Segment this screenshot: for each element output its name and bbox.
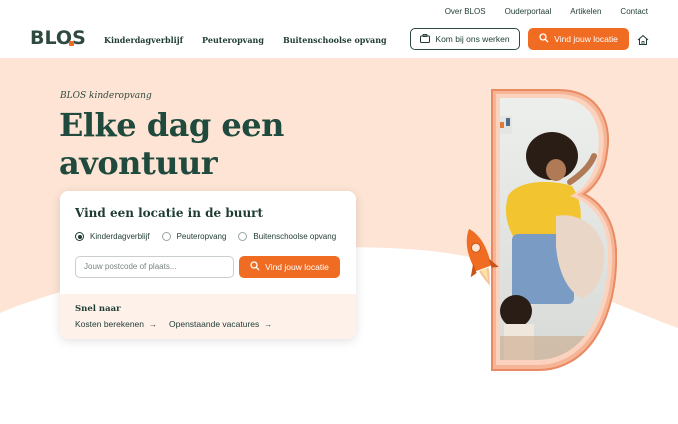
find-location-button-label: Vind jouw locatie xyxy=(265,262,329,272)
radio-label: Kinderdagverblijf xyxy=(90,232,150,241)
briefcase-icon xyxy=(420,33,431,45)
find-location-button[interactable]: Vind jouw locatie xyxy=(239,256,340,278)
quick-link-label: Openstaande vacatures xyxy=(169,319,260,329)
postcode-search-input[interactable]: Jouw postcode of plaats... xyxy=(75,256,234,278)
house-icon[interactable] xyxy=(637,33,649,45)
main-navbar: BLOS Kinderdagverblijf Peuteropvang Buit… xyxy=(0,24,678,58)
radio-label: Peuteropvang xyxy=(176,232,227,241)
work-with-us-button[interactable]: Kom bij ons werken xyxy=(410,28,520,50)
radio-label: Buitenschoolse opvang xyxy=(253,232,337,241)
radio-peuteropvang[interactable]: Peuteropvang xyxy=(161,232,227,241)
nav-buitenschoolse-opvang[interactable]: Buitenschoolse opvang xyxy=(283,35,387,45)
link-ouderportaal[interactable]: Ouderportaal xyxy=(505,7,552,16)
link-artikelen[interactable]: Artikelen xyxy=(570,7,601,16)
hero-eyebrow: BLOS kinderopvang xyxy=(60,91,152,101)
quick-link-kosten[interactable]: Kosten berekenen → xyxy=(75,319,157,329)
radio-indicator xyxy=(161,232,171,241)
primary-nav: Kinderdagverblijf Peuteropvang Buitensch… xyxy=(104,35,406,45)
search-icon xyxy=(250,261,260,273)
nav-peuteropvang[interactable]: Peuteropvang xyxy=(202,35,264,45)
utility-links: Over BLOS Ouderportaal Artikelen Contact xyxy=(426,7,648,16)
radio-indicator xyxy=(238,232,248,241)
quick-link-label: Kosten berekenen xyxy=(75,319,144,329)
nav-kinderdagverblijf[interactable]: Kinderdagverblijf xyxy=(104,35,183,45)
arrow-right-icon: → xyxy=(264,319,273,329)
logo-accent xyxy=(69,41,74,46)
radio-kinderdagverblijf[interactable]: Kinderdagverblijf xyxy=(75,232,150,241)
location-search-card: Vind een locatie in de buurt Kinderdagve… xyxy=(60,191,356,339)
find-location-label: Vind jouw locatie xyxy=(554,34,618,44)
quick-links-title: Snel naar xyxy=(75,304,121,314)
radio-indicator-selected xyxy=(75,232,84,241)
hero-section: BLOS kinderopvang Elke dag een avontuur xyxy=(0,58,678,424)
care-type-radios: Kinderdagverblijf Peuteropvang Buitensch… xyxy=(75,232,348,241)
quick-links-section: Snel naar Kosten berekenen → Openstaande… xyxy=(60,294,356,339)
rocket-illustration xyxy=(466,228,499,288)
arrow-right-icon: → xyxy=(149,319,157,329)
find-location-header-button[interactable]: Vind jouw locatie xyxy=(528,28,629,50)
hero-photo-frame xyxy=(491,89,617,371)
hero-headline: Elke dag een avontuur xyxy=(59,106,284,182)
radio-buitenschoolse-opvang[interactable]: Buitenschoolse opvang xyxy=(238,232,336,241)
link-contact[interactable]: Contact xyxy=(620,7,648,16)
search-card-title: Vind een locatie in de buurt xyxy=(75,206,264,220)
quick-link-vacatures[interactable]: Openstaande vacatures → xyxy=(169,319,272,329)
work-with-us-label: Kom bij ons werken xyxy=(435,34,510,44)
search-icon xyxy=(539,33,549,45)
blos-logo[interactable]: BLOS xyxy=(30,27,86,49)
logo-text: BLOS xyxy=(30,27,86,49)
utility-bar: Over BLOS Ouderportaal Artikelen Contact xyxy=(0,0,678,24)
link-over-blos[interactable]: Over BLOS xyxy=(445,7,486,16)
